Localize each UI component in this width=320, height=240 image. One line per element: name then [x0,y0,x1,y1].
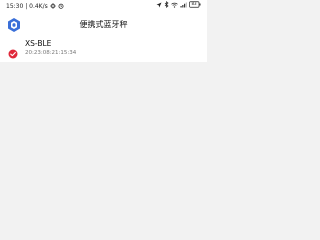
status-network-speed: 0.4K/s [29,3,48,10]
device-list: XS-BLE 20:23:08:21:15:34 [0,36,207,62]
bluetooth-icon [164,0,169,14]
status-left: 15:30 | 0.4K/s [6,0,64,14]
battery-icon: 83 [189,0,201,14]
device-timestamp: 20:23:08:21:15:34 [25,50,77,56]
alarm-icon [58,3,64,10]
status-right: 83 [156,0,201,14]
device-list-item[interactable]: XS-BLE 20:23:08:21:15:34 [0,36,207,62]
signal-icon [180,0,187,14]
page-title: 便携式蓝牙秤 [79,20,128,29]
battery-level: 83 [191,1,197,6]
device-name: XS-BLE [25,39,52,48]
location-icon [156,0,162,14]
app-bar: 便携式蓝牙秤 [0,14,207,36]
status-time: 15:30 [6,3,24,10]
status-bar: 15:30 | 0.4K/s 83 [0,0,207,14]
wifi-icon [171,0,178,14]
gear-icon [49,3,58,10]
check-circle-icon [8,44,18,59]
